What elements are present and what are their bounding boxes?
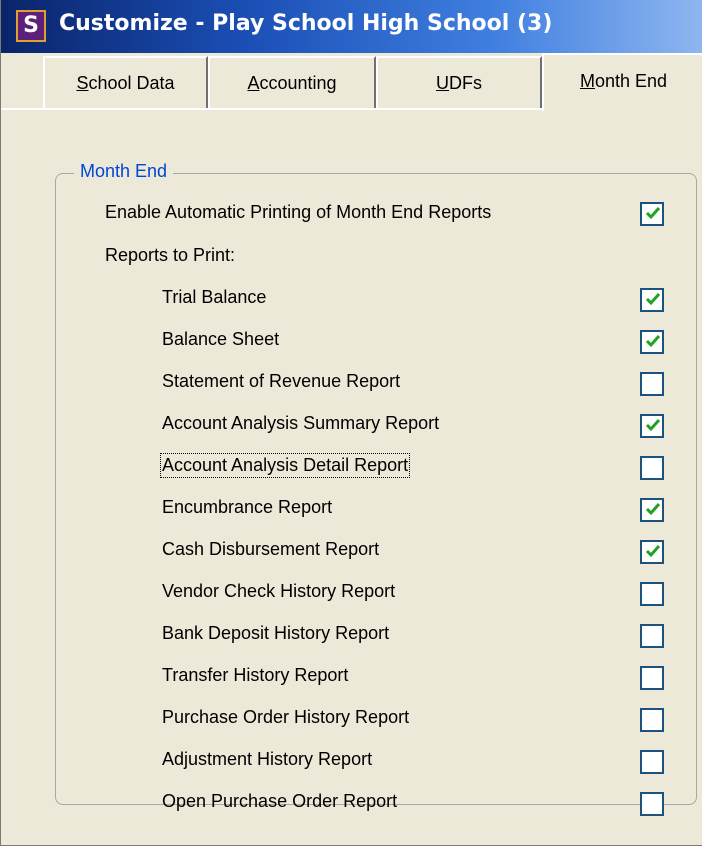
report-label: Purchase Order History Report	[162, 707, 410, 727]
check-mark-icon	[645, 335, 661, 348]
tab-accounting-label: ccounting	[259, 73, 337, 93]
report-checkbox[interactable]	[640, 708, 664, 732]
tab-udfs-mnemonic: U	[436, 73, 449, 93]
check-mark-icon	[645, 419, 661, 432]
report-label: Balance Sheet	[162, 329, 280, 349]
groupbox-title: Month End	[74, 161, 174, 182]
reports-to-print-heading: Reports to Print:	[105, 245, 236, 265]
report-label: Account Analysis Detail Report	[159, 453, 411, 478]
check-mark-icon	[645, 545, 661, 558]
tab-udfs[interactable]: UDFs	[376, 56, 542, 108]
enable-auto-print-label: Enable Automatic Printing of Month End R…	[105, 202, 492, 222]
report-checkbox[interactable]	[640, 414, 664, 438]
report-checkbox[interactable]	[640, 330, 664, 354]
report-label: Trial Balance	[162, 287, 267, 307]
check-mark-icon	[645, 207, 661, 220]
tab-accounting[interactable]: Accounting	[208, 56, 376, 108]
report-checkbox[interactable]	[640, 624, 664, 648]
report-checkbox[interactable]	[640, 666, 664, 690]
report-label: Encumbrance Report	[162, 497, 333, 517]
report-checkbox[interactable]	[640, 456, 664, 480]
check-mark-icon	[645, 293, 661, 306]
report-checkbox[interactable]	[640, 750, 664, 774]
check-mark-icon	[645, 503, 661, 516]
tab-accounting-mnemonic: A	[247, 73, 260, 93]
report-label: Transfer History Report	[162, 665, 349, 685]
report-label: Adjustment History Report	[162, 749, 373, 769]
report-label: Open Purchase Order Report	[162, 791, 398, 811]
tab-school-data[interactable]: School Data	[43, 56, 208, 108]
app-icon: S	[16, 10, 46, 42]
report-checkbox[interactable]	[640, 288, 664, 312]
report-label: Statement of Revenue Report	[162, 371, 401, 391]
report-label: Bank Deposit History Report	[162, 623, 390, 643]
tab-month-end-mnemonic: M	[579, 71, 595, 91]
tab-month-end[interactable]: Month End	[542, 53, 702, 111]
report-label: Cash Disbursement Report	[162, 539, 380, 559]
tab-school-data-mnemonic: S	[76, 73, 89, 93]
report-checkbox[interactable]	[640, 792, 664, 816]
report-label: Vendor Check History Report	[162, 581, 396, 601]
report-checkbox[interactable]	[640, 540, 664, 564]
customize-window: S Customize - Play School High School (3…	[0, 0, 702, 846]
tab-month-end-label: onth End	[594, 71, 668, 91]
report-label: Account Analysis Summary Report	[162, 413, 440, 433]
enable-auto-print-checkbox[interactable]	[640, 202, 664, 226]
tab-school-data-label: chool Data	[88, 73, 175, 93]
report-checkbox[interactable]	[640, 372, 664, 396]
tab-udfs-label: DFs	[449, 73, 482, 93]
report-checkbox[interactable]	[640, 582, 664, 606]
window-title: Customize - Play School High School (3)	[59, 11, 553, 36]
report-checkbox[interactable]	[640, 498, 664, 522]
title-bar[interactable]: S Customize - Play School High School (3…	[1, 0, 702, 53]
